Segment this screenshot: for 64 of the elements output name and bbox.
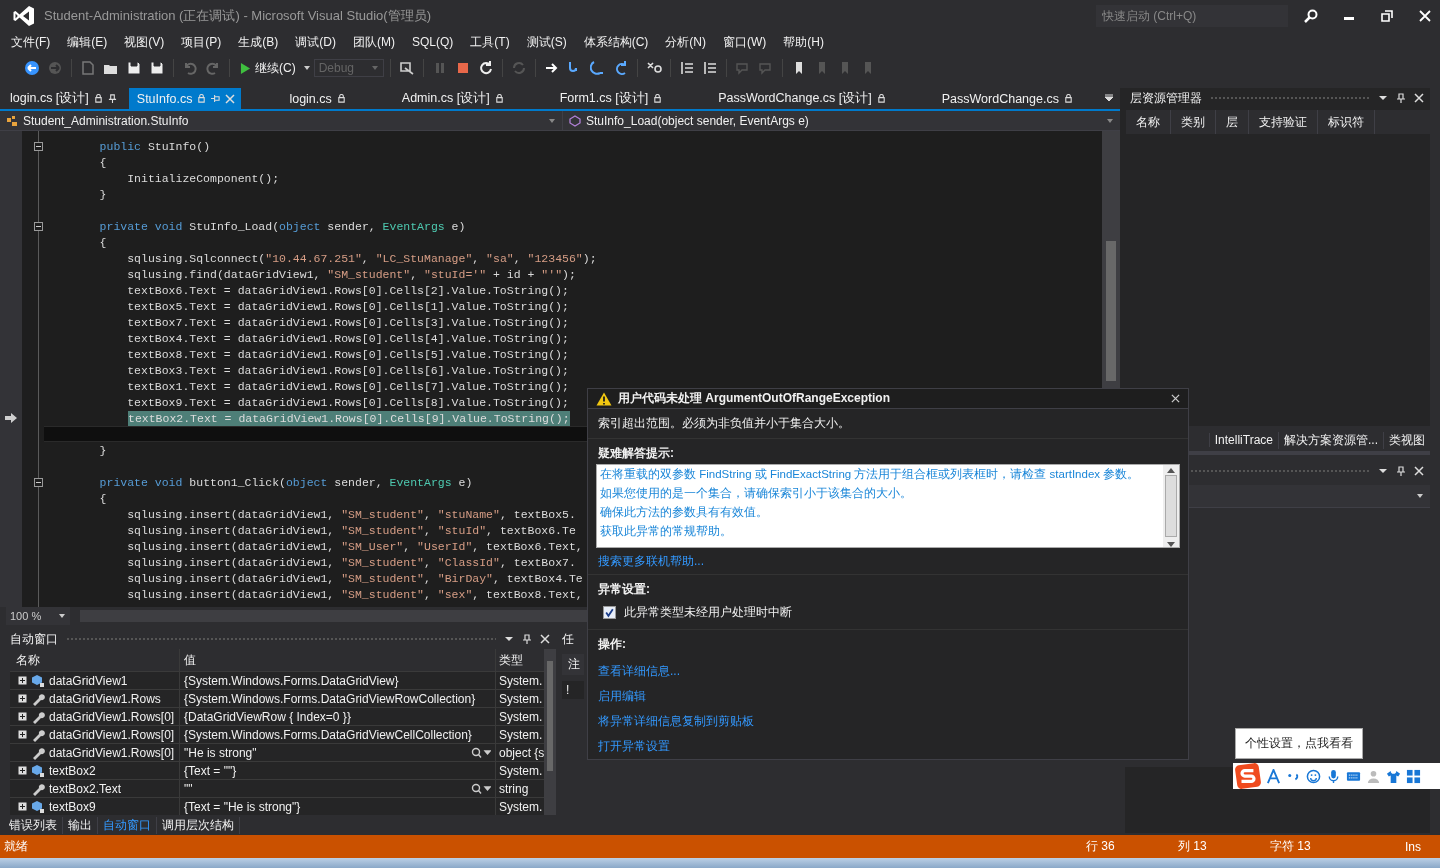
insert-mode: Ins bbox=[1405, 839, 1421, 854]
code-line: sqlusing.Sqlconnect("10.44.67.251", "LC_StuManage", "sa", "123456"); bbox=[126, 250, 597, 266]
variable-type: System. bbox=[498, 799, 544, 814]
code-line: textBox9.Text = dataGridView1.Rows[0].Cells[8].Value.ToString(); bbox=[126, 394, 569, 410]
variable-name: dataGridView1 bbox=[49, 673, 128, 688]
variable-name: dataGridView1.Rows[0] bbox=[49, 727, 175, 742]
exception-message: 索引超出范围。必须为非负值并小于集合大小。 bbox=[588, 409, 1188, 439]
code-line: { bbox=[98, 234, 107, 250]
column-number: 列 13 bbox=[1178, 838, 1207, 855]
code-line: textBox3.Text = dataGridView1.Rows[0].Cells[6].Value.ToString(); bbox=[126, 362, 569, 378]
panel-title: 任 bbox=[562, 631, 575, 648]
code-line: textBox6.Text = dataGridView1.Rows[0].Cells[2].Value.ToString(); bbox=[126, 282, 569, 298]
code-line: public StuInfo() bbox=[98, 138, 211, 154]
variable-value: {Text = "He is strong"} bbox=[184, 799, 301, 814]
section-heading: 操作: bbox=[598, 636, 627, 653]
variable-name: dataGridView1.Rows[0] bbox=[49, 745, 175, 760]
code-line: textBox1.Text = dataGridView1.Rows[0].Cells[7].Value.ToString(); bbox=[126, 378, 569, 394]
variable-value: {System.Windows.Forms.DataGridViewCellCollection} bbox=[184, 727, 472, 742]
code-line: sqlusing.insert(dataGridView1, "SM_student", "BirDay", textBox4.Te bbox=[126, 570, 583, 586]
code-line: { bbox=[98, 490, 107, 506]
code-line: textBox8.Text = dataGridView1.Rows[0].Cells[5].Value.ToString(); bbox=[126, 346, 569, 362]
code-line: textBox7.Text = dataGridView1.Rows[0].Cells[3].Value.ToString(); bbox=[126, 314, 569, 330]
variable-type: System. bbox=[498, 727, 544, 742]
variable-value: {Text = ""} bbox=[184, 763, 237, 778]
char-number: 字符 13 bbox=[1270, 838, 1311, 855]
variable-value: "He is strong" bbox=[184, 745, 257, 760]
status-message: 就绪 bbox=[4, 838, 28, 855]
code-line: } bbox=[98, 186, 107, 202]
variable-name: textBox9 bbox=[49, 799, 96, 814]
code-line: InitializeComponent(); bbox=[126, 170, 280, 186]
code-line: private void button1_Click(object sender, EventArgs e) bbox=[98, 474, 473, 490]
code-line: sqlusing.insert(dataGridView1, "SM_student", "stuId", textBox6.Te bbox=[126, 522, 576, 538]
variable-value: {DataGridViewRow { Index=0 }} bbox=[184, 709, 351, 724]
variable-value: {System.Windows.Forms.DataGridView} bbox=[184, 673, 399, 688]
variable-type: System. bbox=[498, 763, 544, 778]
code-line: textBox5.Text = dataGridView1.Rows[0].Cells[1].Value.ToString(); bbox=[126, 298, 569, 314]
tooltip: 个性设置，点我看看 bbox=[1235, 728, 1363, 759]
line-number: 行 36 bbox=[1086, 838, 1115, 855]
panel-title: 层资源管理器 bbox=[1130, 89, 1202, 107]
code-line: } bbox=[98, 442, 107, 458]
variable-type: System. bbox=[498, 691, 544, 706]
code-line: sqlusing.insert(dataGridView1, "SM_student", "stuName", textBox5. bbox=[126, 506, 576, 522]
variable-name: textBox2 bbox=[49, 763, 96, 778]
variable-type: System. bbox=[498, 709, 544, 724]
section-heading: 疑难解答提示: bbox=[598, 445, 675, 462]
code-line: sqlusing.insert(dataGridView1, "SM_student", "sex", textBox8.Text, bbox=[126, 586, 583, 602]
variable-type: string bbox=[498, 781, 530, 796]
window-title: Student-Administration (正在调试) - Microsoft Visual Studio(管理员) bbox=[44, 7, 432, 25]
variable-name: dataGridView1.Rows[0] bbox=[49, 709, 175, 724]
section-heading: 异常设置: bbox=[598, 581, 651, 598]
variable-name: textBox2.Text bbox=[49, 781, 122, 796]
code-line: sqlusing.insert(dataGridView1, "SM_User", "UserId", textBox6.Text, bbox=[126, 538, 583, 554]
code-line: textBox4.Text = dataGridView1.Rows[0].Cells[4].Value.ToString(); bbox=[126, 330, 569, 346]
code-line: private void StuInfo_Load(object sender, EventArgs e) bbox=[98, 218, 466, 234]
panel-title: 自动窗口 bbox=[10, 630, 58, 648]
variable-type: System. bbox=[498, 673, 544, 688]
variable-type: object {s bbox=[498, 745, 545, 760]
code-line: { bbox=[98, 154, 107, 170]
variable-name: dataGridView1.Rows bbox=[49, 691, 161, 706]
variable-value: {System.Windows.Forms.DataGridViewRowCollection} bbox=[184, 691, 476, 706]
code-line: sqlusing.insert(dataGridView1, "SM_student", "ClassId", textBox7. bbox=[126, 554, 576, 570]
variable-value: "" bbox=[184, 781, 193, 796]
code-line: sqlusing.find(dataGridView1, "SM_student", "stuId='" + id + "'"); bbox=[126, 266, 576, 282]
exception-title: 用户代码未处理 ArgumentOutOfRangeException bbox=[618, 390, 891, 407]
